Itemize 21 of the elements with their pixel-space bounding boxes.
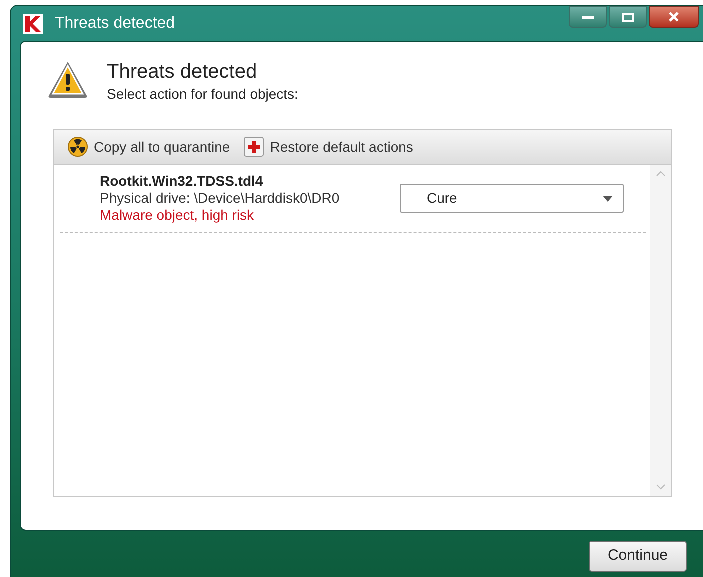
plus-icon xyxy=(244,137,264,157)
continue-button[interactable]: Continue xyxy=(589,541,687,572)
header-subtitle: Select action for found objects: xyxy=(107,85,298,104)
app-logo-icon xyxy=(23,14,43,34)
action-dropdown[interactable]: Cure xyxy=(400,184,624,213)
window-title: Threats detected xyxy=(55,14,176,34)
scroll-down-icon xyxy=(656,484,666,490)
threat-location: Physical drive: \Device\Harddisk0\DR0 xyxy=(100,190,341,207)
toolbar-button[interactable]: Copy all to quarantine xyxy=(68,136,230,158)
warning-icon xyxy=(47,60,89,100)
close-button[interactable] xyxy=(649,6,699,28)
header-title: Threats detected xyxy=(107,60,258,84)
threat-risk: Malware object, high risk xyxy=(100,207,256,224)
close-icon xyxy=(668,11,680,23)
toolbar-button[interactable]: Restore default actions xyxy=(244,136,414,158)
scroll-up-icon xyxy=(656,171,666,177)
threat-name: Rootkit.Win32.TDSS.tdl4 xyxy=(100,173,264,190)
radiation-icon xyxy=(68,137,88,157)
maximize-button[interactable] xyxy=(609,6,647,28)
caret-icon xyxy=(603,196,613,202)
minimize-button[interactable] xyxy=(569,6,607,28)
